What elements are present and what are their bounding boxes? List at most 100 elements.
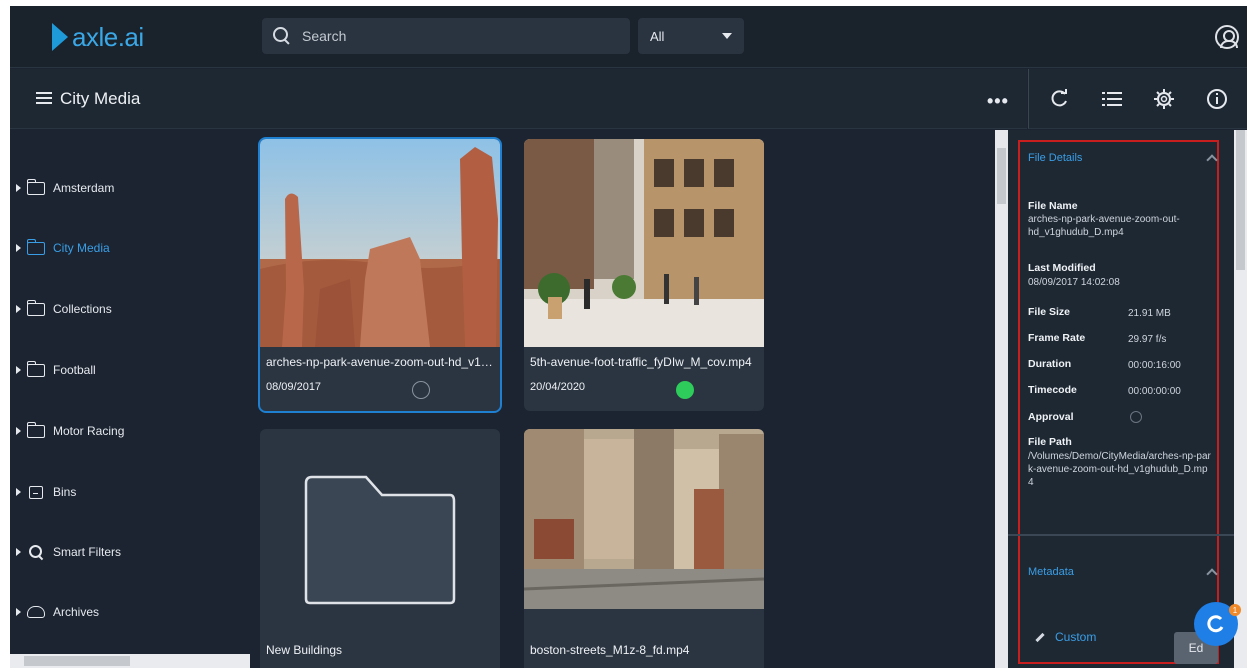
logo-text: axle.ai (72, 21, 144, 52)
chat-icon (1207, 615, 1224, 633)
scrollbar-thumb[interactable] (997, 148, 1006, 204)
sidebar-item-label: Motor Racing (53, 424, 125, 438)
logo[interactable]: axle.ai (52, 20, 144, 54)
approval-status-icon[interactable] (1130, 411, 1142, 423)
hamburger-menu-icon[interactable] (36, 92, 52, 104)
frame-rate-label: Frame Rate (1028, 332, 1086, 344)
sidebar-item-label: Smart Filters (53, 545, 122, 559)
asset-title[interactable]: arches-np-park-avenue-zoom-out-hd_v1ghud… (266, 355, 494, 369)
list-icon[interactable] (1099, 86, 1125, 112)
asset-title[interactable]: boston-streets_M1z-8_fd.mp4 (530, 643, 758, 657)
sidebar-item-bins[interactable]: Bins (16, 480, 76, 504)
asset-date: 08/09/2017 (266, 381, 322, 393)
asset-date: 20/04/2020 (530, 381, 586, 393)
custom-metadata-link[interactable]: Custom (1035, 630, 1096, 644)
notification-badge: 1 (1229, 604, 1241, 616)
info-icon[interactable] (1204, 86, 1230, 112)
user-icon[interactable] (1215, 25, 1239, 49)
metadata-header[interactable]: Metadata (1028, 566, 1074, 578)
sidebar-item-collections[interactable]: Collections (16, 297, 112, 321)
more-options-button[interactable]: ••• (987, 91, 1009, 112)
video-thumbnail[interactable] (260, 139, 500, 347)
pencil-icon (1035, 632, 1045, 642)
sidebar-item-amsterdam[interactable]: Amsterdam (16, 176, 114, 200)
video-thumbnail[interactable] (524, 139, 764, 347)
folder-card[interactable]: New Buildings (260, 429, 500, 668)
search-icon (29, 545, 43, 559)
file-size-value: 21.91 MB (1128, 308, 1171, 319)
sidebar-item-label: Archives (53, 605, 100, 619)
asset-grid: arches-np-park-avenue-zoom-out-hd_v1ghud… (250, 130, 995, 668)
approval-status-icon[interactable] (412, 381, 430, 399)
file-name-value: arches-np-park-avenue-zoom-out-hd_v1ghud… (1028, 214, 1180, 238)
frame-rate-value: 29.97 f/s (1128, 334, 1167, 345)
sidebar-item-label: Amsterdam (53, 181, 115, 195)
expand-arrow-icon[interactable] (16, 184, 21, 192)
folder-tree: Amsterdam City Media Collections Footbal… (10, 130, 250, 660)
file-name-label: File Name (1028, 200, 1078, 212)
search-icon (272, 26, 292, 46)
cloud-icon (27, 606, 45, 618)
asset-card[interactable]: boston-streets_M1z-8_fd.mp4 (524, 429, 764, 668)
sidebar-item-city-media[interactable]: City Media (16, 236, 110, 260)
logo-mark (52, 23, 68, 51)
expand-arrow-icon[interactable] (16, 608, 21, 616)
timecode-value: 00:00:00:00 (1128, 386, 1181, 397)
folder-icon (304, 475, 456, 605)
folder-icon (26, 421, 45, 438)
breadcrumb: City Media (60, 89, 141, 108)
sidebar-item-motor-racing[interactable]: Motor Racing (16, 419, 124, 443)
section-divider (1008, 534, 1234, 536)
timecode-label: Timecode (1028, 384, 1077, 396)
search-input[interactable] (302, 28, 602, 44)
sidebar-item-label: Football (53, 363, 96, 377)
folder-icon (26, 360, 45, 377)
file-path-label: File Path (1028, 436, 1072, 448)
asset-card[interactable]: 5th-avenue-foot-traffic_fyDIw_M_cov.mp4 … (524, 139, 764, 411)
folder-icon (26, 238, 45, 255)
custom-label: Custom (1055, 630, 1097, 644)
gear-icon[interactable] (1151, 86, 1177, 112)
sidebar-item-smart-filters[interactable]: Smart Filters (16, 540, 121, 564)
folder-title[interactable]: New Buildings (266, 643, 494, 657)
file-size-label: File Size (1028, 306, 1071, 318)
last-modified-label: Last Modified (1028, 262, 1096, 274)
scrollbar-thumb[interactable] (24, 656, 130, 666)
sidebar-item-archives[interactable]: Archives (16, 600, 99, 624)
expand-arrow-icon[interactable] (16, 548, 21, 556)
sidebar-item-label: Collections (53, 302, 112, 316)
expand-arrow-icon[interactable] (16, 244, 21, 252)
asset-title[interactable]: 5th-avenue-foot-traffic_fyDIw_M_cov.mp4 (530, 355, 758, 369)
refresh-icon[interactable] (1046, 86, 1072, 112)
video-thumbnail[interactable] (524, 429, 764, 609)
details-scrollbar[interactable] (1234, 130, 1247, 668)
expand-arrow-icon[interactable] (16, 305, 21, 313)
breadcrumb-bar: City Media ••• (10, 69, 1027, 129)
sidebar-item-label: City Media (53, 241, 110, 255)
app-window: axle.ai All City Media ••• (10, 6, 1247, 668)
bins-icon (29, 485, 43, 499)
sidebar-item-label: Bins (53, 485, 77, 499)
grid-scrollbar[interactable] (995, 130, 1008, 668)
folder-icon (26, 178, 45, 195)
sidebar-item-football[interactable]: Football (16, 358, 96, 382)
last-modified-value: 08/09/2017 14:02:08 (1028, 277, 1120, 288)
scope-select[interactable]: All (638, 18, 744, 54)
top-bar: axle.ai All (10, 6, 1247, 68)
scrollbar-thumb[interactable] (1236, 130, 1245, 270)
expand-arrow-icon[interactable] (16, 488, 21, 496)
chevron-down-icon (722, 33, 732, 39)
search-box[interactable] (262, 18, 630, 54)
duration-label: Duration (1028, 358, 1072, 370)
expand-arrow-icon[interactable] (16, 427, 21, 435)
approved-status-icon[interactable] (676, 381, 694, 399)
duration-value: 00:00:16:00 (1128, 360, 1181, 371)
file-path-value: /Volumes/Demo/CityMedia/arches-np-park-a… (1028, 451, 1211, 488)
scope-select-value: All (650, 28, 665, 44)
approval-label: Approval (1028, 411, 1074, 423)
sidebar-horizontal-scrollbar[interactable] (10, 654, 250, 668)
folder-icon (26, 299, 45, 316)
file-details-header[interactable]: File Details (1028, 152, 1082, 164)
asset-card[interactable]: arches-np-park-avenue-zoom-out-hd_v1ghud… (258, 137, 502, 413)
expand-arrow-icon[interactable] (16, 366, 21, 374)
